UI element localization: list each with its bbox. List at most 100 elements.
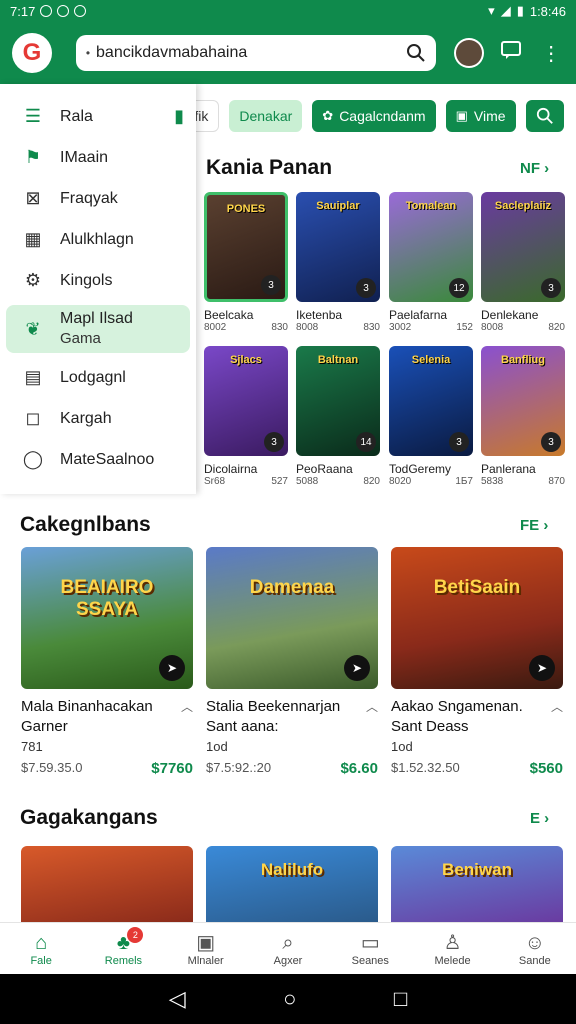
game-art-title: Sacleplaiiz	[494, 200, 552, 212]
app-bar: G • bancikdavmabahaina ⋮	[0, 22, 576, 84]
search-bar[interactable]: • bancikdavmabahaina	[75, 35, 437, 71]
featured-game-art[interactable]: BetiSaain ➤	[391, 547, 563, 689]
filter-chip-3[interactable]: ✿ Cagalcndanm	[312, 100, 436, 132]
back-icon[interactable]: ◁	[169, 986, 186, 1012]
app-logo[interactable]: G	[12, 33, 52, 73]
section-more-link[interactable]: FE ›	[520, 517, 548, 534]
avatar[interactable]	[454, 38, 485, 68]
nav-item-label: Agxer	[273, 954, 303, 967]
drawer-item-imaain[interactable]: ⚑ IMaain	[0, 137, 196, 178]
category-icon: ✿	[322, 108, 334, 123]
chat-bubble-icon: ◯	[22, 449, 44, 469]
logo-letter: G	[22, 39, 42, 66]
bottom-navigation: ⌂ Fale ♣ Remels 2 ▣ Mlnaler ⌕ Agxer ▭ Seanes ♙ Meled…	[0, 922, 576, 974]
drawer-item-kargah[interactable]: ◻ Kargah	[0, 398, 196, 439]
game-name: Beelcaka	[204, 308, 254, 322]
drawer-item-kingols[interactable]: ⚙ Kingols	[0, 260, 196, 301]
game-banner-card[interactable]: Nalilufo	[206, 846, 378, 924]
game-meta-left: 5838	[481, 476, 504, 487]
banner-art-title: Nalilufo	[260, 860, 324, 879]
filter-chip-3-label: Cagalcndanm	[339, 108, 426, 124]
featured-game-card[interactable]: BEAIAIRO SSAYA ➤ Mala Binanhacakan Garner ︿ 7…	[21, 547, 193, 777]
gear-icon: ⚙	[24, 270, 42, 290]
featured-art-title: BEAIAIRO SSAYA	[60, 577, 154, 620]
drawer-item-matesaalnoo[interactable]: ◯ MateSaalnoo	[0, 439, 196, 480]
home-circle-icon[interactable]: ○	[283, 986, 296, 1012]
nav-item-label: Seanes	[351, 954, 389, 967]
nav-item-label: Mlnaler	[187, 954, 224, 967]
game-art[interactable]: Sauiplar 3	[296, 192, 380, 302]
drawer-item-label: IMaain	[60, 148, 109, 166]
drawer-item-mapl-ilsad[interactable]: ❦ Mapl Ilsad Gama	[6, 305, 190, 353]
drawer-item-lodgagnl[interactable]: ▤ Lodgagnl	[0, 357, 196, 398]
featured-old-price: $1.52.32.50	[391, 760, 460, 775]
game-art[interactable]: Sjlacs 3	[204, 346, 288, 456]
game-art[interactable]: PONES 3	[204, 192, 288, 302]
drawer-item-label: Kargah	[60, 409, 112, 427]
game-card[interactable]: Sacleplaiiz 3 Denlekane 8008 820	[481, 192, 565, 333]
drawer-item-alulkhlagn[interactable]: ▦ Alulkhlagn	[0, 219, 196, 260]
game-meta-right: 820	[363, 476, 380, 487]
chevron-up-icon[interactable]: ︿	[366, 697, 378, 737]
recents-icon[interactable]: □	[394, 986, 407, 1012]
game-meta-right: 527	[271, 476, 288, 487]
calendar-icon: ▤	[24, 367, 42, 387]
leaf-icon: ❦	[25, 318, 41, 339]
game-art[interactable]: Banfliug 3	[481, 346, 565, 456]
featured-game-art[interactable]: Damenaa ➤	[206, 547, 378, 689]
nav-item-seanes[interactable]: ▭ Seanes	[329, 923, 411, 974]
game-art[interactable]: Sacleplaiiz 3	[481, 192, 565, 302]
nav-item-fale[interactable]: ⌂ Fale	[0, 923, 82, 974]
featured-game-card[interactable]: BetiSaain ➤ Aakao Sngamenan. Sant Deass ︿ 1od…	[391, 547, 563, 777]
play-icon[interactable]: ➤	[344, 655, 370, 681]
filter-chip-2[interactable]: Denakar	[229, 100, 303, 132]
nav-item-melede[interactable]: ♙ Melede	[411, 923, 493, 974]
chevron-up-icon[interactable]: ︿	[181, 697, 193, 737]
search-input[interactable]: bancikdavmabahaina	[96, 44, 406, 62]
game-art[interactable]: Tomalean 12	[389, 192, 473, 302]
game-name: Denlekane	[481, 308, 539, 322]
game-badge: 12	[449, 278, 469, 298]
filter-search-button[interactable]	[525, 100, 564, 132]
game-art[interactable]: Selenia 3	[389, 346, 473, 456]
section-more-link[interactable]: NF ›	[520, 160, 549, 177]
game-card[interactable]: Selenia 3 TodGeremy 8020 1Б7	[389, 346, 473, 487]
chat-icon[interactable]	[498, 40, 524, 66]
drawer-item-fraqyak[interactable]: ⊠ Fraqyak	[0, 178, 196, 219]
featured-game-card[interactable]: Damenaa ➤ Stalia Beekennarjan Sant aana: ︿ 1o…	[206, 547, 378, 777]
section-title: Cakegnlbans	[20, 513, 151, 536]
filter-chip-4[interactable]: ▣ Vime	[445, 100, 516, 132]
search-icon[interactable]	[406, 43, 426, 63]
search-icon	[536, 107, 553, 124]
game-art-title: Baltnan	[317, 354, 359, 366]
game-card[interactable]: Banfliug 3 Panlerana 5838 870	[481, 346, 565, 487]
more-vert-icon[interactable]: ⋮	[538, 41, 564, 66]
navigation-drawer: ☰ Rala ▮ ⚑ IMaain ⊠ Fraqyak ▦ Alulkhlagn…	[0, 84, 196, 494]
featured-game-art[interactable]: BEAIAIRO SSAYA ➤	[21, 547, 193, 689]
game-banner-card[interactable]	[21, 846, 193, 924]
play-icon[interactable]: ➤	[529, 655, 555, 681]
game-card[interactable]: Tomalean 12 Paelafarna 3002 152	[389, 192, 473, 333]
nav-item-remels[interactable]: ♣ Remels 2	[82, 923, 164, 974]
chevron-up-icon[interactable]: ︿	[551, 697, 563, 737]
featured-old-price: $7.59.35.0	[21, 760, 83, 775]
game-meta-right: 870	[548, 476, 565, 487]
signal-icon: ◢	[500, 3, 511, 18]
nav-item-agxer[interactable]: ⌕ Agxer	[247, 923, 329, 974]
game-card[interactable]: Sauiplar 3 Iketenba 8008 830	[296, 192, 380, 333]
section-more-link[interactable]: E ›	[530, 810, 549, 827]
drawer-item-rala[interactable]: ☰ Rala ▮	[0, 96, 196, 137]
game-badge: 3	[541, 432, 561, 452]
featured-rating: 1od	[391, 739, 413, 754]
nav-item-sande[interactable]: ☺ Sande	[494, 923, 576, 974]
nav-item-mlnaler[interactable]: ▣ Mlnaler	[165, 923, 247, 974]
game-card[interactable]: PONES 3 Beelcaka 8002 830	[204, 192, 288, 333]
featured-title: Mala Binanhacakan	[21, 698, 153, 715]
game-art[interactable]: Baltnan 14	[296, 346, 380, 456]
game-card[interactable]: Sjlacs 3 Dicolairna Sr68 527	[204, 346, 288, 487]
game-card[interactable]: Baltnan 14 PeoRaana 5088 820	[296, 346, 380, 487]
game-banner-card[interactable]: Beniwan	[391, 846, 563, 924]
game-art-title: Selenia	[411, 354, 451, 366]
play-icon[interactable]: ➤	[159, 655, 185, 681]
game-meta-right: 830	[363, 322, 380, 333]
